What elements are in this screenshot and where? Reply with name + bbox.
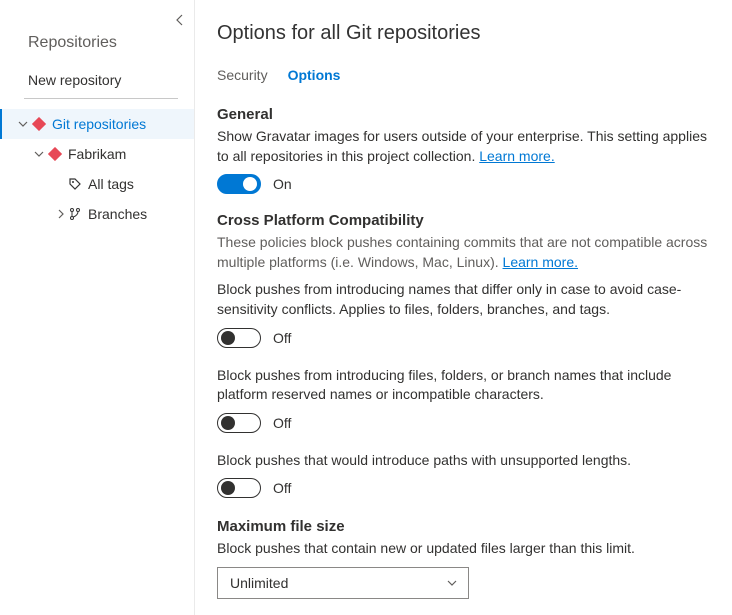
main-content: Options for all Git repositories Securit… bbox=[195, 0, 732, 615]
policy-case-sensitivity: Block pushes from introducing names that… bbox=[217, 280, 710, 347]
sidebar-collapse-button[interactable] bbox=[172, 12, 188, 28]
policy-reserved-toggle[interactable] bbox=[217, 413, 261, 433]
tree-item-label: Fabrikam bbox=[64, 146, 126, 162]
git-icon bbox=[30, 117, 48, 131]
section-heading-general: General bbox=[217, 106, 710, 123]
gravatar-toggle[interactable] bbox=[217, 174, 261, 194]
sidebar-title: Repositories bbox=[0, 28, 194, 66]
policy-case-toggle[interactable] bbox=[217, 328, 261, 348]
tree-item-label: Git repositories bbox=[48, 116, 146, 132]
sidebar: Repositories New repository Git reposito… bbox=[0, 0, 195, 615]
policy-toggle-label: Off bbox=[273, 330, 291, 346]
new-repository-link[interactable]: New repository bbox=[24, 66, 178, 99]
tree-item-git-repositories[interactable]: Git repositories bbox=[0, 109, 194, 139]
select-value: Unlimited bbox=[230, 575, 288, 591]
section-heading-maxfilesize: Maximum file size bbox=[217, 518, 710, 535]
tree-item-all-tags[interactable]: All tags bbox=[0, 169, 194, 199]
tab-options[interactable]: Options bbox=[288, 63, 341, 87]
policy-text: Block pushes that would introduce paths … bbox=[217, 451, 710, 471]
tabs: Security Options bbox=[217, 63, 710, 88]
policy-text: Block pushes from introducing names that… bbox=[217, 280, 710, 319]
policy-toggle-label: Off bbox=[273, 480, 291, 496]
branch-icon bbox=[66, 207, 84, 221]
chevron-right-icon bbox=[56, 209, 66, 219]
gravatar-toggle-label: On bbox=[273, 176, 292, 192]
learn-more-link[interactable]: Learn more. bbox=[503, 254, 578, 270]
crossplatform-description: These policies block pushes containing c… bbox=[217, 233, 710, 272]
tree-item-label: All tags bbox=[84, 176, 134, 192]
page-title: Options for all Git repositories bbox=[217, 22, 710, 45]
chevron-down-icon bbox=[16, 119, 30, 129]
git-icon bbox=[46, 147, 64, 161]
general-description: Show Gravatar images for users outside o… bbox=[217, 127, 710, 166]
tree-item-branches[interactable]: Branches bbox=[0, 199, 194, 229]
tree-item-label: Branches bbox=[84, 206, 147, 222]
tree-item-fabrikam[interactable]: Fabrikam bbox=[0, 139, 194, 169]
policy-path-length: Block pushes that would introduce paths … bbox=[217, 451, 710, 499]
tag-icon bbox=[66, 177, 84, 191]
learn-more-link[interactable]: Learn more. bbox=[479, 148, 554, 164]
maxfilesize-description: Block pushes that contain new or updated… bbox=[217, 539, 710, 559]
policy-path-toggle[interactable] bbox=[217, 478, 261, 498]
policy-toggle-label: Off bbox=[273, 415, 291, 431]
policy-reserved-names: Block pushes from introducing files, fol… bbox=[217, 366, 710, 433]
max-filesize-select[interactable]: Unlimited bbox=[217, 567, 469, 599]
tab-security[interactable]: Security bbox=[217, 63, 268, 87]
repo-tree: Git repositories Fabrikam All tags bbox=[0, 109, 194, 229]
chevron-down-icon bbox=[32, 149, 46, 159]
chevron-down-icon bbox=[446, 577, 458, 589]
section-heading-crossplatform: Cross Platform Compatibility bbox=[217, 212, 710, 229]
policy-text: Block pushes from introducing files, fol… bbox=[217, 366, 710, 405]
